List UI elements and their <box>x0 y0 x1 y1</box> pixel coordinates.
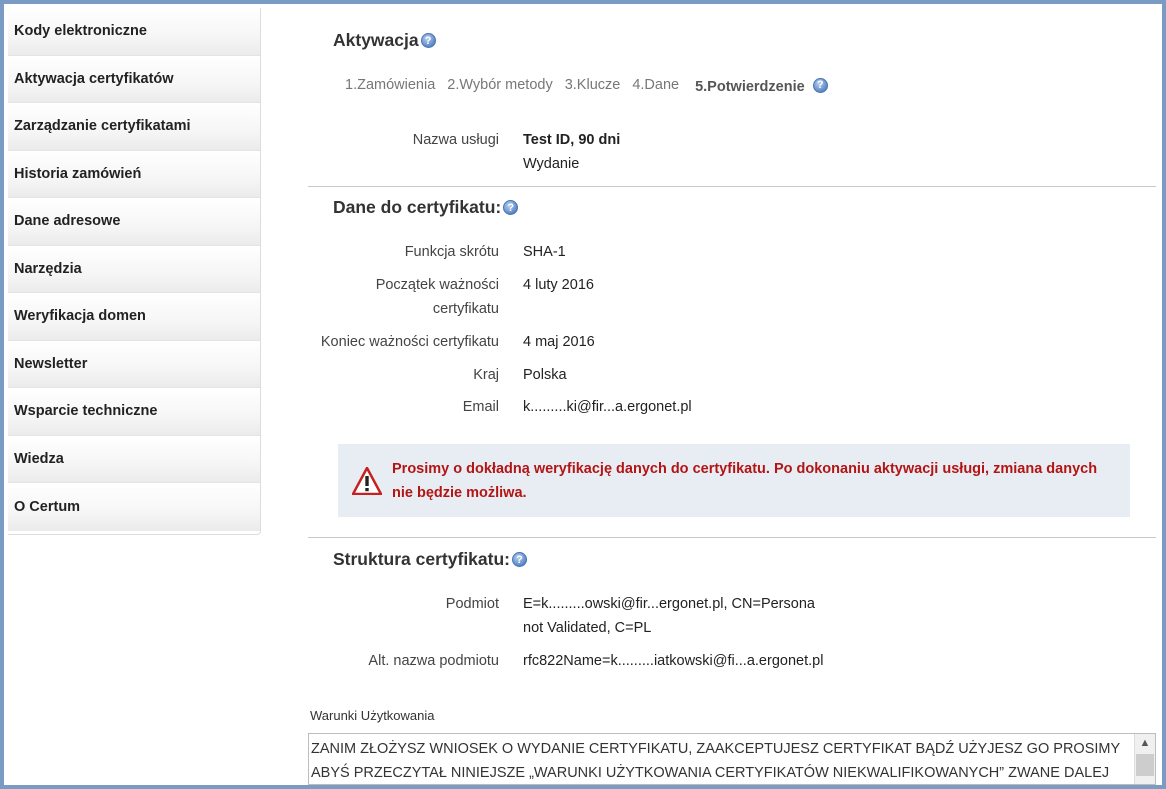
sidebar-item-wsparcie[interactable]: Wsparcie techniczne <box>8 388 260 436</box>
help-icon[interactable]: ? <box>420 33 436 48</box>
terms-textarea[interactable]: ZANIM ZŁOŻYSZ WNIOSEK O WYDANIE CERTYFIK… <box>308 733 1156 785</box>
sidebar-item-label: O Certum <box>14 498 81 515</box>
email-value: k.........ki@fir...a.ergonet.pl <box>523 399 692 415</box>
scroll-up-icon[interactable]: ▲ <box>1135 734 1155 752</box>
sidebar-item-label: Zarządzanie certyfikatami <box>14 118 191 135</box>
scroll-thumb[interactable] <box>1136 754 1154 776</box>
structure-title-text: Struktura certyfikatu: <box>333 549 510 569</box>
step-wybor-metody: 2.Wybór metody <box>447 77 553 93</box>
sidebar-item-label: Weryfikacja domen <box>14 308 146 325</box>
sidebar-item-zarzadzanie[interactable]: Zarządzanie certyfikatami <box>8 103 260 151</box>
warning-text: Prosimy o dokładną weryfikację danych do… <box>392 460 1098 501</box>
subject-label: Podmiot <box>445 596 499 612</box>
sidebar-item-aktywacja[interactable]: Aktywacja certyfikatów <box>8 55 260 103</box>
step-klucze: 3.Klucze <box>564 77 621 93</box>
hash-label: Funkcja skrótu <box>404 244 499 260</box>
sidebar-item-narzedzia[interactable]: Narzędzia <box>8 245 260 293</box>
alt-name-value: rfc822Name=k.........iatkowski@fi...a.er… <box>523 653 824 669</box>
help-icon[interactable]: ? <box>503 200 519 215</box>
sidebar-menu: Kody elektroniczne Aktywacja certyfikató… <box>8 8 261 535</box>
alt-name-label: Alt. nazwa podmiotu <box>368 653 499 669</box>
sidebar-item-kody[interactable]: Kody elektroniczne <box>8 8 260 56</box>
activation-title-text: Aktywacja <box>333 30 419 50</box>
help-icon[interactable]: ? <box>812 77 828 93</box>
step-zamowienia: 1.Zamówienia <box>345 77 436 93</box>
divider <box>308 537 1156 538</box>
terms-text: ZANIM ZŁOŻYSZ WNIOSEK O WYDANIE CERTYFIK… <box>311 741 1120 781</box>
hash-value: SHA-1 <box>523 244 566 260</box>
step-dane: 4.Dane <box>632 77 680 93</box>
warning-box: Prosimy o dokładną weryfikację danych do… <box>338 444 1130 517</box>
country-value: Polska <box>523 367 567 383</box>
cert-data-title-text: Dane do certyfikatu: <box>333 197 502 217</box>
sidebar-item-label: Wiedza <box>14 450 64 467</box>
sidebar-item-o-certum[interactable]: O Certum <box>8 483 260 531</box>
subject-value: E=k.........owski@fir...ergonet.pl, CN=P… <box>523 596 815 636</box>
wizard-steps: 1.Zamówienia 2.Wybór metody 3.Klucze 4.D… <box>345 77 828 95</box>
sidebar-item-label: Kody elektroniczne <box>14 23 147 40</box>
start-value: 4 luty 2016 <box>523 277 594 293</box>
divider <box>308 186 1156 187</box>
sidebar-item-newsletter[interactable]: Newsletter <box>8 340 260 388</box>
activation-title: Aktywacja ? <box>333 30 436 51</box>
sidebar-item-label: Narzędzia <box>14 260 82 277</box>
step-potwierdzenie-active: 5.Potwierdzenie <box>695 79 805 95</box>
terms-label: Warunki Użytkowania <box>310 708 435 723</box>
terms-scrollbar[interactable]: ▲ <box>1134 734 1155 784</box>
sidebar-item-historia[interactable]: Historia zamówień <box>8 150 260 198</box>
start-label: Początek ważności certyfikatu <box>375 277 499 317</box>
sidebar-item-label: Newsletter <box>14 355 88 372</box>
sidebar-item-label: Historia zamówień <box>14 165 142 182</box>
service-sub-value: Wydanie <box>523 156 580 172</box>
email-label: Email <box>462 399 499 415</box>
end-value: 4 maj 2016 <box>523 334 595 350</box>
service-label: Nazwa usługi <box>412 132 499 148</box>
service-value: Test ID, 90 dni <box>523 132 621 148</box>
sidebar-item-dane-adresowe[interactable]: Dane adresowe <box>8 198 260 246</box>
structure-title: Struktura certyfikatu: ? <box>333 549 527 570</box>
sidebar-item-label: Wsparcie techniczne <box>14 403 158 420</box>
country-label: Kraj <box>473 367 499 383</box>
end-label: Koniec ważności certyfikatu <box>320 334 499 350</box>
warning-triangle-icon <box>352 466 382 495</box>
sidebar-item-label: Dane adresowe <box>14 213 121 230</box>
help-icon[interactable]: ? <box>512 552 527 567</box>
sidebar-item-label: Aktywacja certyfikatów <box>14 70 174 87</box>
page-frame: Kody elektroniczne Aktywacja certyfikató… <box>4 4 1162 785</box>
cert-data-title: Dane do certyfikatu: ? <box>333 197 519 218</box>
sidebar-item-weryfikacja[interactable]: Weryfikacja domen <box>8 293 260 341</box>
main-content: Aktywacja ? 1.Zamówienia 2.Wybór metody … <box>304 4 1156 785</box>
sidebar-item-wiedza[interactable]: Wiedza <box>8 435 260 483</box>
